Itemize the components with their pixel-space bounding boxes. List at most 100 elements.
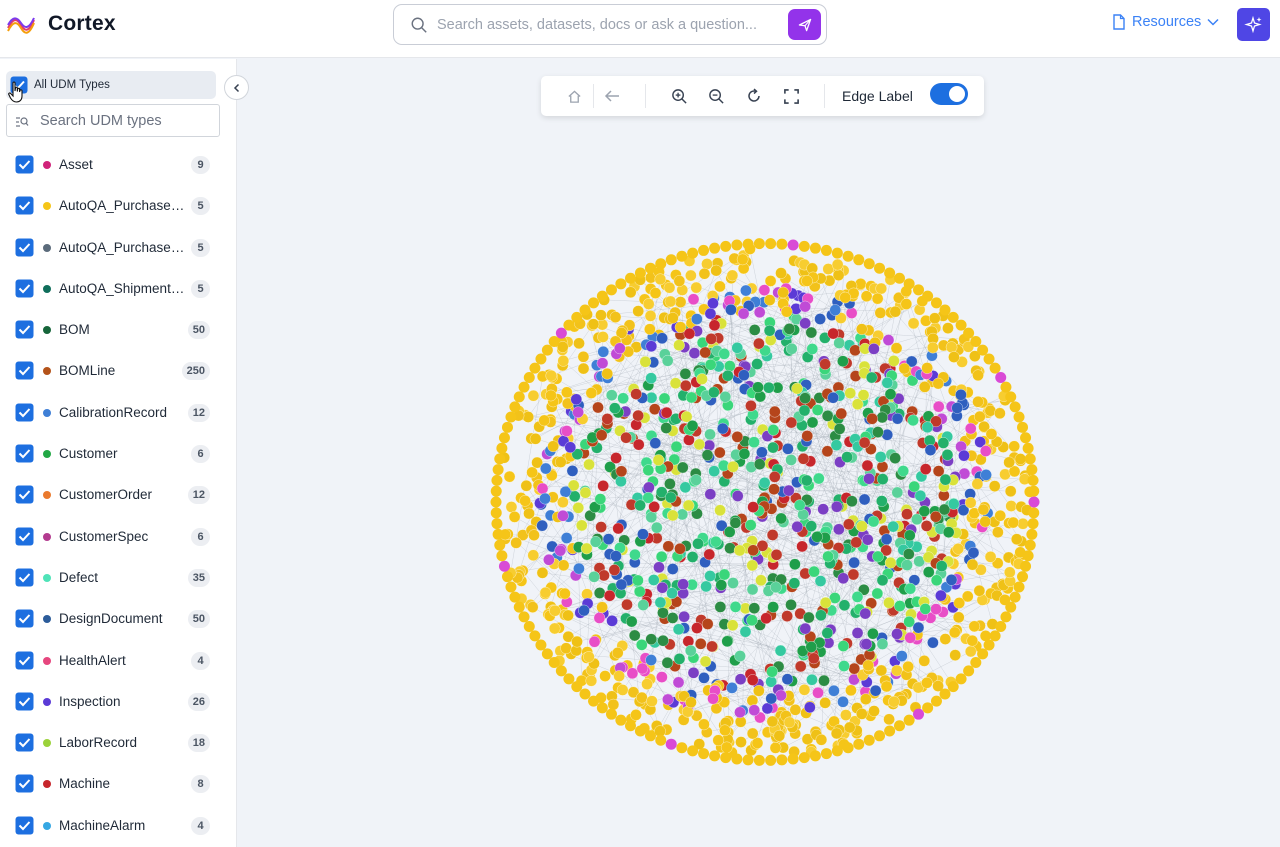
graph-node[interactable] [608,564,621,576]
graph-node[interactable] [559,587,571,600]
graph-node[interactable] [803,611,815,624]
graph-node[interactable] [812,686,824,699]
graph-node[interactable] [970,335,982,347]
graph-node[interactable] [609,402,621,414]
graph-node[interactable] [787,753,799,765]
graph-node[interactable] [853,738,865,750]
graph-node[interactable] [766,529,779,541]
graph-node[interactable] [903,529,916,542]
graph-node[interactable] [686,551,699,563]
graph-node[interactable] [632,574,644,587]
graph-node[interactable] [922,566,935,578]
graph-node[interactable] [900,298,913,310]
graph-node[interactable] [596,601,608,614]
graph-node[interactable] [827,327,839,340]
graph-node[interactable] [639,355,652,368]
graph-node[interactable] [945,574,958,586]
graph-node[interactable] [543,553,555,566]
graph-node[interactable] [724,360,736,372]
graph-node[interactable] [785,416,798,429]
graph-node[interactable] [798,684,811,696]
graph-node[interactable] [616,684,629,696]
graph-node[interactable] [587,318,600,330]
graph-node[interactable] [821,627,834,639]
graph-node[interactable] [860,638,873,650]
graph-node[interactable] [921,421,934,434]
graph-node[interactable] [573,562,585,575]
graph-node[interactable] [853,254,865,266]
graph-node[interactable] [845,684,857,697]
graph-node[interactable] [844,387,856,399]
graph-node[interactable] [664,295,677,308]
graph-node[interactable] [819,596,832,609]
collapse-sidebar-button[interactable] [224,75,249,100]
graph-node[interactable] [626,667,639,680]
graph-node[interactable] [863,472,875,485]
graph-node[interactable] [673,275,686,287]
graph-node[interactable] [894,600,906,612]
graph-node[interactable] [704,488,717,500]
graph-node[interactable] [731,239,743,251]
graph-node[interactable] [698,748,710,760]
graph-node[interactable] [904,582,917,595]
graph-node[interactable] [809,750,821,762]
graph-node[interactable] [744,519,757,531]
graph-node[interactable] [492,464,504,476]
graph-node[interactable] [632,438,645,451]
graph-node[interactable] [724,542,736,554]
graph-node[interactable] [653,561,665,574]
graph-node[interactable] [992,526,1004,538]
graph-node[interactable] [1026,528,1038,540]
graph-node[interactable] [673,653,686,665]
graph-node[interactable] [858,436,871,449]
graph-node[interactable] [935,589,947,602]
graph-node[interactable] [748,602,761,614]
graph-node[interactable] [932,377,945,390]
graph-node[interactable] [767,601,779,613]
graph-node[interactable] [1008,440,1020,453]
graph-node[interactable] [555,327,567,339]
graph-node[interactable] [595,521,607,533]
graph-node[interactable] [725,303,737,316]
graph-node[interactable] [809,242,821,254]
graph-node[interactable] [846,495,858,508]
graph-node[interactable] [763,381,775,394]
graph-node[interactable] [746,583,759,596]
graph-node[interactable] [837,696,849,708]
graph-node[interactable] [642,492,655,504]
graph-node[interactable] [888,355,900,367]
graph-node[interactable] [977,503,990,516]
graph-node[interactable] [867,515,880,528]
graph-node[interactable] [966,634,979,647]
graph-node[interactable] [597,480,609,492]
graph-node[interactable] [861,533,874,546]
graph-node[interactable] [1007,516,1020,529]
graph-node[interactable] [948,351,960,363]
graph-node[interactable] [787,239,799,251]
graph-node[interactable] [704,428,716,441]
graph-node[interactable] [708,465,720,477]
graph-node[interactable] [985,428,998,440]
graph-node[interactable] [891,486,904,499]
graph-node[interactable] [1026,464,1038,476]
graph-node[interactable] [605,389,618,401]
graph-node[interactable] [579,688,591,700]
graph-canvas[interactable] [238,59,1280,847]
graph-node[interactable] [508,511,521,523]
graph-node[interactable] [518,381,530,393]
graph-node[interactable] [701,618,714,630]
graph-node[interactable] [509,591,521,603]
graph-node[interactable] [727,577,739,589]
graph-node[interactable] [727,460,739,473]
graph-node[interactable] [753,685,765,697]
graph-node[interactable] [804,701,816,714]
graph-node[interactable] [714,601,727,613]
graph-node[interactable] [596,702,608,714]
graph-node[interactable] [818,674,830,687]
graph-node[interactable] [805,641,818,653]
graph-node[interactable] [526,601,539,613]
graph-node[interactable] [1005,500,1017,512]
graph-node[interactable] [686,420,699,432]
graph-node[interactable] [1024,539,1036,551]
graph-node[interactable] [509,401,521,413]
